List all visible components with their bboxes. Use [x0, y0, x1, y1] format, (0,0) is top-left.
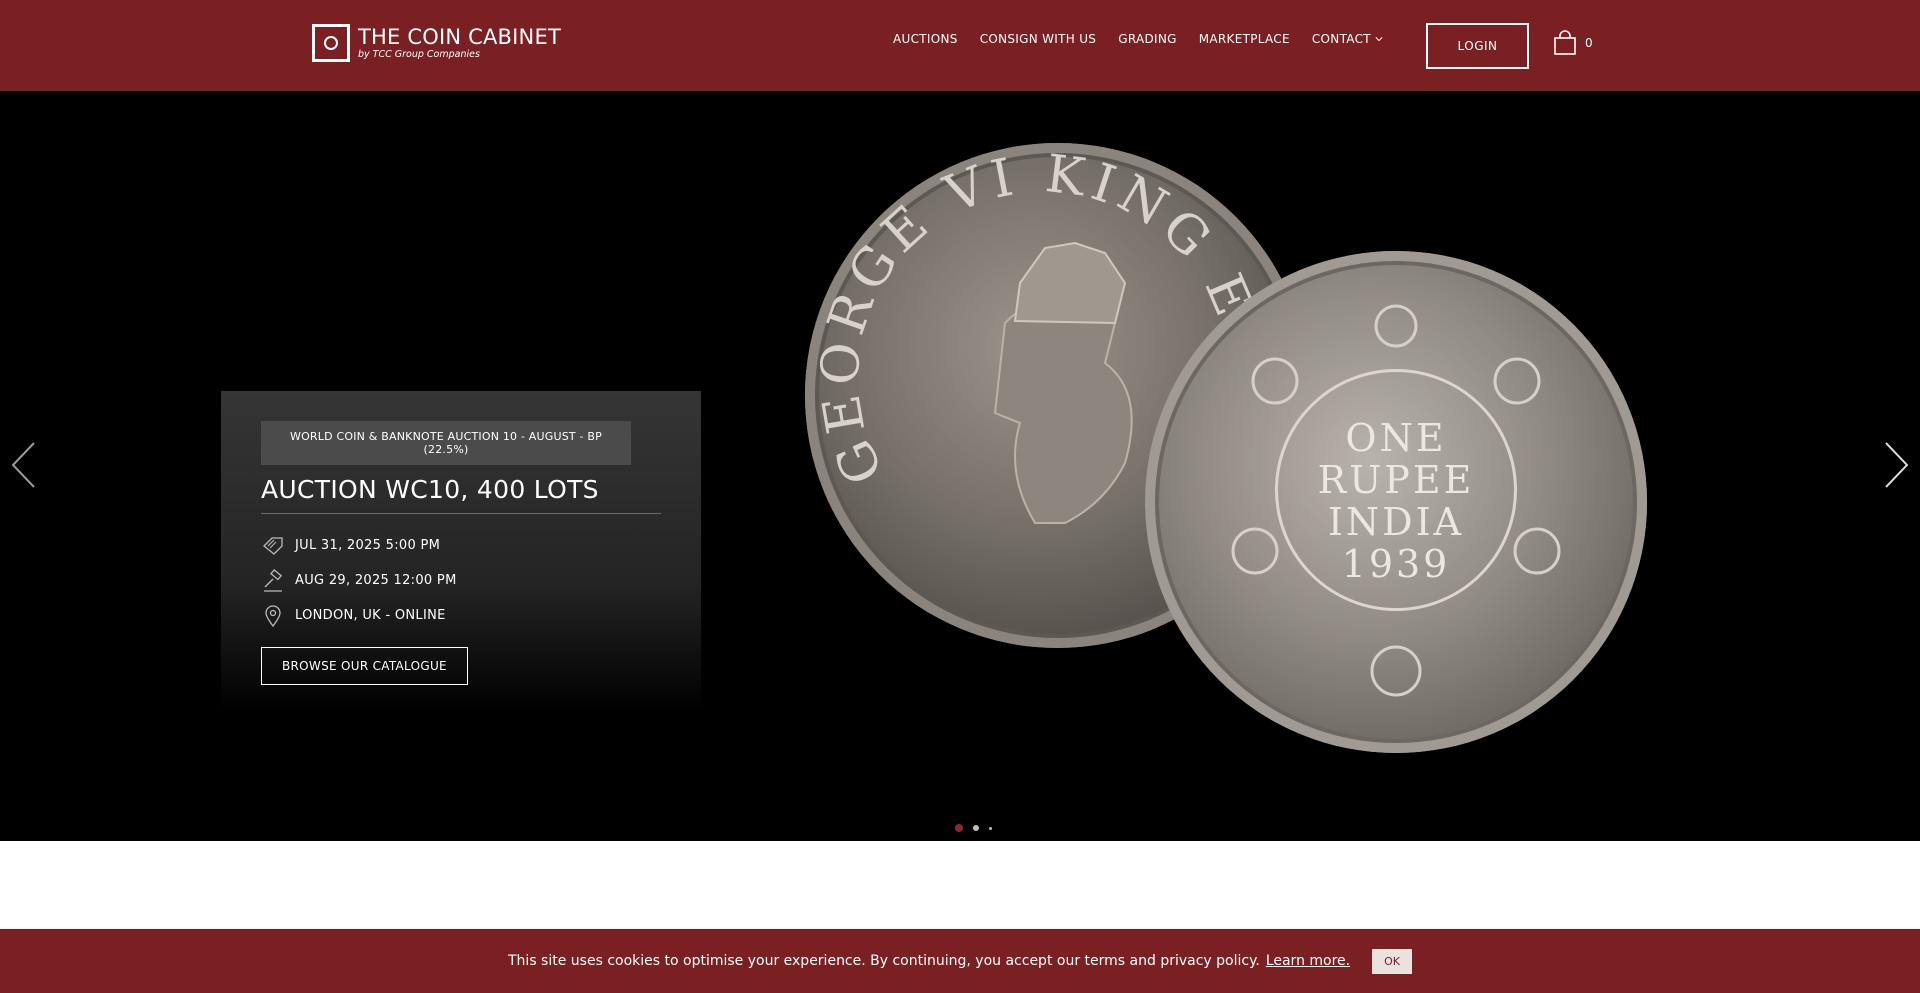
auction-title: AUCTION WC10, 400 LOTS: [261, 475, 661, 514]
gavel-end-icon: [264, 568, 283, 592]
cart-count: 0: [1585, 36, 1593, 50]
site-header: THE COIN CABINET by TCC Group Companies …: [0, 0, 1920, 91]
chevron-down-icon: [1375, 37, 1383, 42]
coin-reverse-line-3: INDIA: [1328, 500, 1464, 544]
auction-start-date: JUL 31, 2025 5:00 PM: [295, 538, 441, 553]
auction-location: LONDON, UK - ONLINE: [295, 608, 446, 623]
coin-reverse-line-2: RUPEE: [1318, 458, 1475, 502]
auction-end-date: AUG 29, 2025 12:00 PM: [295, 573, 457, 588]
coin-reverse-line-1: ONE: [1345, 416, 1446, 460]
logo-mark-icon: [312, 24, 350, 62]
map-pin-icon: [265, 604, 281, 627]
auction-info-card: WORLD COIN & BANKNOTE AUCTION 10 - AUGUS…: [221, 391, 701, 711]
nav-grading[interactable]: GRADING: [1118, 32, 1177, 46]
site-logo[interactable]: THE COIN CABINET by TCC Group Companies: [312, 24, 561, 62]
shopping-bag-icon: [1554, 30, 1576, 55]
logo-subtitle: by TCC Group Companies: [358, 49, 480, 60]
slider-pagination: [955, 824, 1002, 832]
auction-location-row: LONDON, UK - ONLINE: [261, 598, 661, 633]
slider-next-arrow-icon[interactable]: [1882, 441, 1910, 489]
cookie-learn-more-link[interactable]: Learn more.: [1266, 953, 1350, 969]
coin-reverse-image: ONE RUPEE INDIA 1939: [1145, 251, 1647, 753]
logo-title: THE COIN CABINET: [358, 25, 561, 49]
coin-reverse-line-4: 1939: [1342, 542, 1451, 586]
slider-dot-1[interactable]: [955, 824, 963, 832]
nav-marketplace[interactable]: MARKETPLACE: [1199, 32, 1290, 46]
slider-prev-arrow-icon[interactable]: [10, 441, 38, 489]
main-nav: AUCTIONS CONSIGN WITH US GRADING MARKETP…: [893, 32, 1405, 46]
auction-end-row: AUG 29, 2025 12:00 PM: [261, 563, 661, 598]
browse-catalogue-button[interactable]: BROWSE OUR CATALOGUE: [261, 647, 468, 685]
cookie-banner: This site uses cookies to optimise your …: [0, 929, 1920, 993]
cart-button[interactable]: 0: [1553, 30, 1593, 56]
cookie-ok-button[interactable]: OK: [1372, 948, 1412, 974]
nav-contact[interactable]: CONTACT: [1312, 32, 1383, 46]
cookie-message: This site uses cookies to optimise your …: [508, 953, 1260, 969]
nav-contact-label: CONTACT: [1311, 32, 1371, 46]
hero-slider: GEORGE VI KING E ONE RUPEE INDIA 1939 WO…: [0, 91, 1920, 841]
login-button[interactable]: LOGIN: [1426, 23, 1529, 69]
auction-start-row: JUL 31, 2025 5:00 PM: [261, 528, 661, 563]
auction-tag: WORLD COIN & BANKNOTE AUCTION 10 - AUGUS…: [261, 421, 631, 465]
slider-dot-3[interactable]: [989, 826, 992, 830]
nav-auctions[interactable]: AUCTIONS: [893, 32, 958, 46]
slider-dot-2[interactable]: [973, 825, 979, 831]
nav-consign[interactable]: CONSIGN WITH US: [980, 32, 1097, 46]
gavel-start-icon: [263, 536, 283, 555]
